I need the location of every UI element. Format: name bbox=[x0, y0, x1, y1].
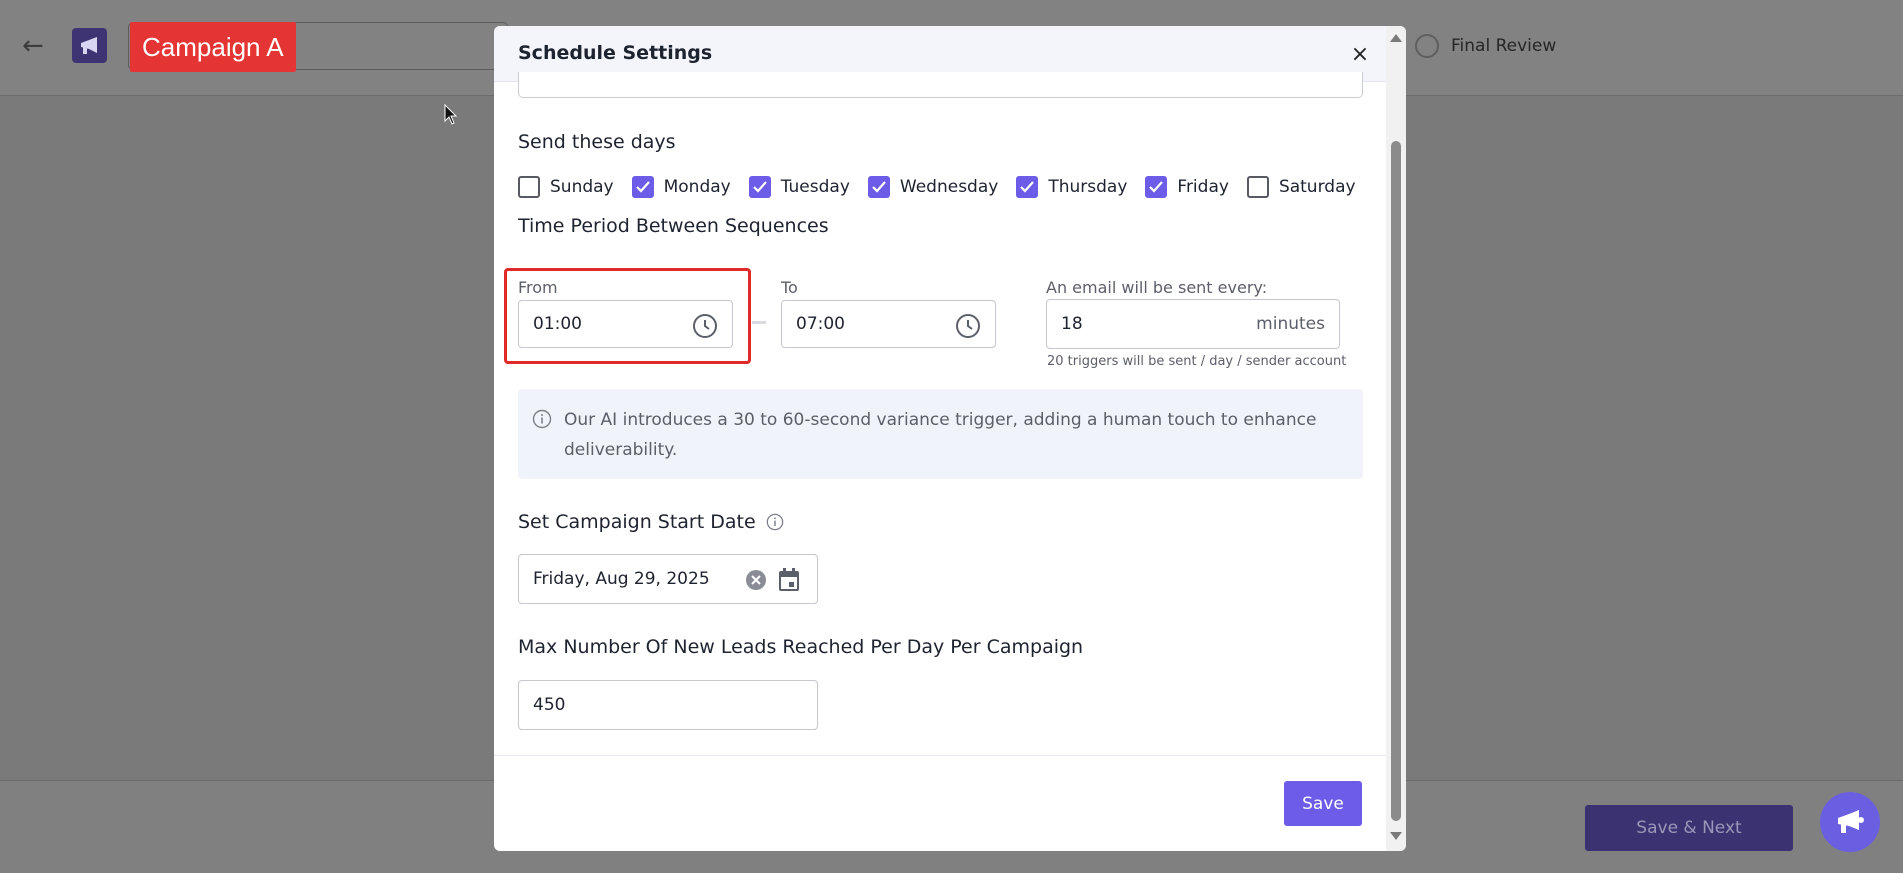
days-heading: Send these days bbox=[518, 131, 676, 153]
clear-icon[interactable] bbox=[745, 569, 767, 591]
checkbox-monday[interactable] bbox=[631, 176, 654, 198]
interval-unit: minutes bbox=[1256, 314, 1325, 334]
step-circle-icon bbox=[1415, 34, 1439, 58]
help-fab-button[interactable] bbox=[1820, 792, 1880, 852]
day-saturday[interactable]: Saturday bbox=[1246, 176, 1356, 198]
day-friday[interactable]: Friday bbox=[1145, 176, 1229, 198]
range-separator bbox=[752, 321, 766, 324]
leads-heading: Max Number Of New Leads Reached Per Day … bbox=[518, 636, 1084, 658]
scroll-up-arrow-icon[interactable] bbox=[1390, 34, 1402, 42]
info-text: Our AI introduces a 30 to 60-second vari… bbox=[564, 410, 1317, 460]
info-box: Our AI introduces a 30 to 60-second vari… bbox=[518, 389, 1363, 479]
day-label: Thursday bbox=[1048, 177, 1128, 197]
save-button[interactable]: Save bbox=[1284, 781, 1362, 826]
day-label: Tuesday bbox=[780, 177, 850, 197]
info-icon bbox=[532, 409, 552, 429]
to-label: To bbox=[781, 278, 798, 297]
start-date-input[interactable]: Friday, Aug 29, 2025 bbox=[518, 554, 818, 604]
interval-input[interactable]: 18 minutes bbox=[1046, 299, 1340, 349]
day-thursday[interactable]: Thursday bbox=[1016, 176, 1127, 198]
interval-label: An email will be sent every: bbox=[1046, 278, 1268, 297]
checkbox-wednesday[interactable] bbox=[867, 176, 890, 198]
save-next-button[interactable]: Save & Next bbox=[1585, 805, 1793, 851]
day-tuesday[interactable]: Tuesday bbox=[748, 176, 850, 198]
time-period-heading: Time Period Between Sequences bbox=[518, 215, 829, 237]
scrollbar-thumb[interactable] bbox=[1391, 141, 1401, 821]
previous-field[interactable] bbox=[518, 72, 1363, 98]
footer-divider bbox=[494, 755, 1386, 756]
max-leads-input[interactable]: 450 bbox=[518, 680, 818, 730]
day-monday[interactable]: Monday bbox=[631, 176, 731, 198]
interval-value: 18 bbox=[1061, 314, 1083, 334]
close-icon[interactable]: × bbox=[1349, 44, 1371, 66]
mouse-cursor-icon bbox=[444, 104, 458, 125]
check-icon bbox=[1020, 181, 1035, 193]
max-leads-value: 450 bbox=[533, 695, 566, 715]
from-time-input[interactable]: 01:00 bbox=[518, 300, 733, 348]
day-label: Wednesday bbox=[899, 177, 999, 197]
checkbox-friday[interactable] bbox=[1145, 176, 1168, 198]
day-sunday[interactable]: Sunday bbox=[518, 176, 614, 198]
check-icon bbox=[1149, 181, 1164, 193]
checkbox-thursday[interactable] bbox=[1016, 176, 1039, 198]
days-checkbox-row: Sunday Monday Tuesday Wednesday Thursday… bbox=[518, 176, 1356, 198]
megaphone-icon bbox=[1838, 810, 1864, 833]
to-time-value: 07:00 bbox=[796, 314, 845, 334]
checkbox-tuesday[interactable] bbox=[748, 176, 771, 198]
to-time-input[interactable]: 07:00 bbox=[781, 300, 996, 348]
step-final-review[interactable]: Final Review bbox=[1415, 34, 1556, 58]
modal-scrollbar[interactable] bbox=[1386, 26, 1406, 851]
calendar-icon[interactable] bbox=[777, 567, 801, 593]
clock-icon[interactable] bbox=[955, 313, 981, 339]
info-icon[interactable] bbox=[766, 513, 784, 531]
from-time-value: 01:00 bbox=[533, 314, 582, 334]
check-icon bbox=[872, 181, 886, 193]
checkbox-sunday[interactable] bbox=[518, 176, 540, 198]
from-label: From bbox=[518, 278, 558, 297]
step-label: Final Review bbox=[1451, 36, 1557, 56]
campaign-tag: Campaign A bbox=[130, 22, 296, 72]
interval-hint: 20 triggers will be sent / day / sender … bbox=[1047, 354, 1347, 369]
day-wednesday[interactable]: Wednesday bbox=[867, 176, 999, 198]
checkbox-saturday[interactable] bbox=[1246, 176, 1269, 198]
check-icon bbox=[635, 181, 650, 193]
day-label: Sunday bbox=[550, 177, 614, 197]
start-date-heading-row: Set Campaign Start Date bbox=[518, 511, 784, 533]
day-label: Monday bbox=[663, 177, 731, 197]
schedule-settings-modal: Schedule Settings × Send these days Sund… bbox=[494, 26, 1406, 851]
start-date-heading: Set Campaign Start Date bbox=[518, 511, 756, 533]
start-date-value: Friday, Aug 29, 2025 bbox=[533, 569, 710, 589]
day-label: Friday bbox=[1177, 177, 1229, 197]
modal-title: Schedule Settings bbox=[518, 42, 713, 64]
day-label: Saturday bbox=[1278, 177, 1356, 197]
clock-icon[interactable] bbox=[692, 313, 718, 339]
back-arrow-icon[interactable]: ← bbox=[22, 32, 50, 60]
scroll-down-arrow-icon[interactable] bbox=[1390, 832, 1402, 840]
megaphone-logo-icon bbox=[72, 28, 107, 63]
check-icon bbox=[752, 181, 767, 193]
